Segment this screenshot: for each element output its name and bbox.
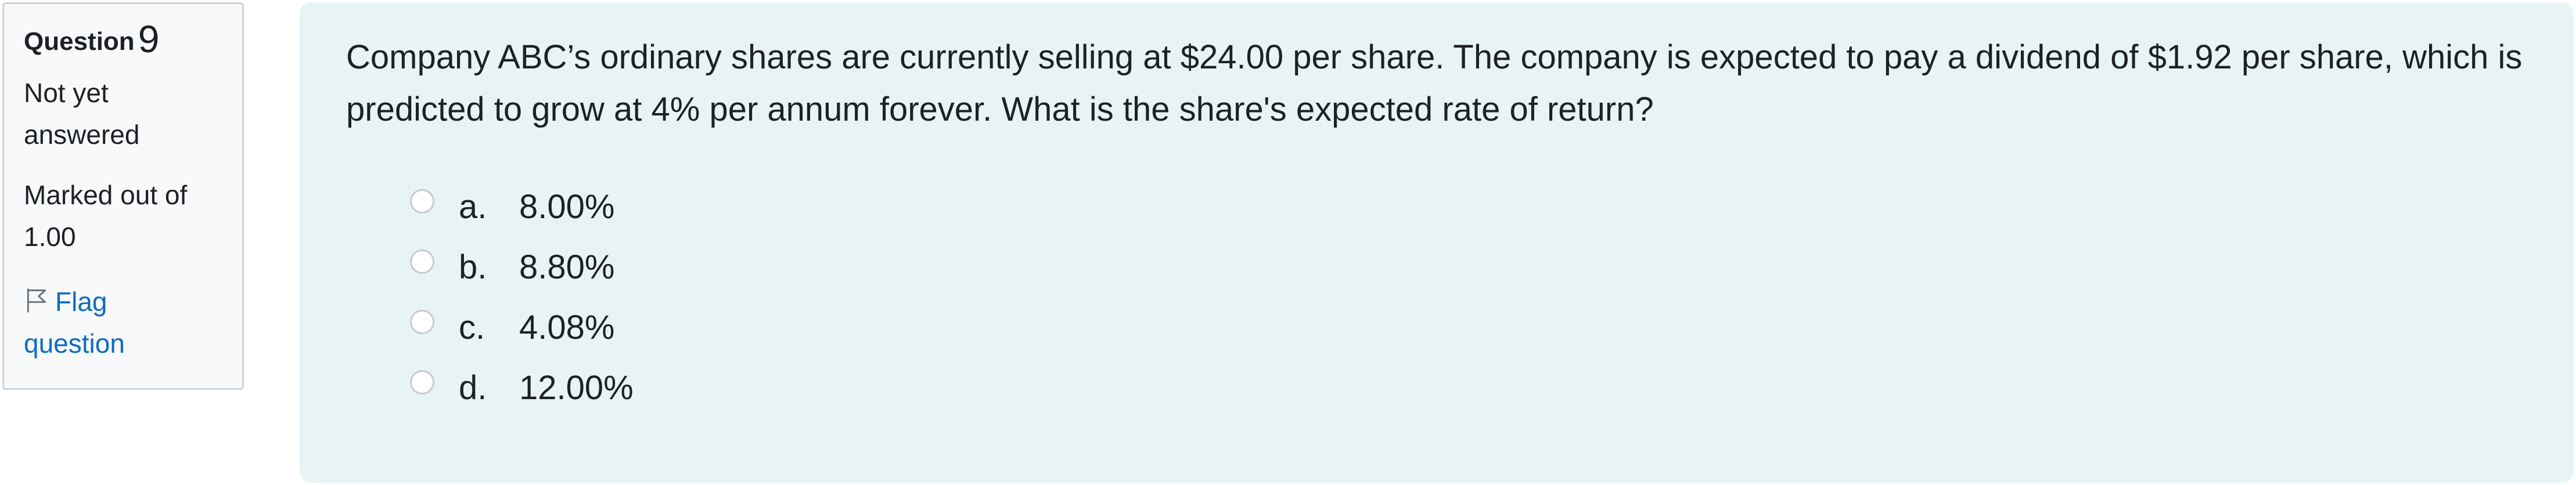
radio-unchecked-icon[interactable] — [410, 249, 434, 274]
question-state: Not yet answered — [24, 78, 140, 150]
question-info-panel: Question9 Not yet answered Marked out of… — [2, 2, 244, 390]
answer-option-d[interactable]: d. 12.00% — [410, 357, 2574, 418]
answer-text: 12.00% — [519, 368, 634, 407]
answer-text: 8.00% — [519, 187, 615, 226]
flag-question-link[interactable]: Flag question — [24, 281, 210, 364]
answer-option-b[interactable]: b. 8.80% — [410, 237, 2574, 297]
question-number-heading: Question9 — [24, 20, 242, 59]
question-number: 9 — [138, 17, 160, 60]
question-text: Company ABC’s ordinary shares are curren… — [346, 38, 2523, 128]
question-content-panel: Company ABC’s ordinary shares are curren… — [300, 2, 2574, 483]
answer-options: a. 8.00% b. 8.80% c. 4.08% d. 12.00% — [410, 176, 2574, 418]
quiz-question-page: Question9 Not yet answered Marked out of… — [0, 0, 2576, 485]
answer-option-c[interactable]: c. 4.08% — [410, 297, 2574, 357]
answer-text: 4.08% — [519, 308, 615, 346]
radio-unchecked-icon[interactable] — [410, 189, 434, 213]
answer-letter: c. — [459, 308, 485, 346]
question-grade: Marked out of 1.00 — [24, 180, 188, 252]
flag-icon — [27, 288, 46, 313]
answer-letter: d. — [459, 368, 487, 407]
radio-unchecked-icon[interactable] — [410, 370, 434, 394]
answer-text: 8.80% — [519, 248, 615, 286]
radio-unchecked-icon[interactable] — [410, 310, 434, 334]
question-label: Question — [24, 27, 135, 56]
answer-letter: b. — [459, 248, 487, 286]
answer-letter: a. — [459, 187, 487, 226]
answer-option-a[interactable]: a. 8.00% — [410, 176, 2574, 237]
